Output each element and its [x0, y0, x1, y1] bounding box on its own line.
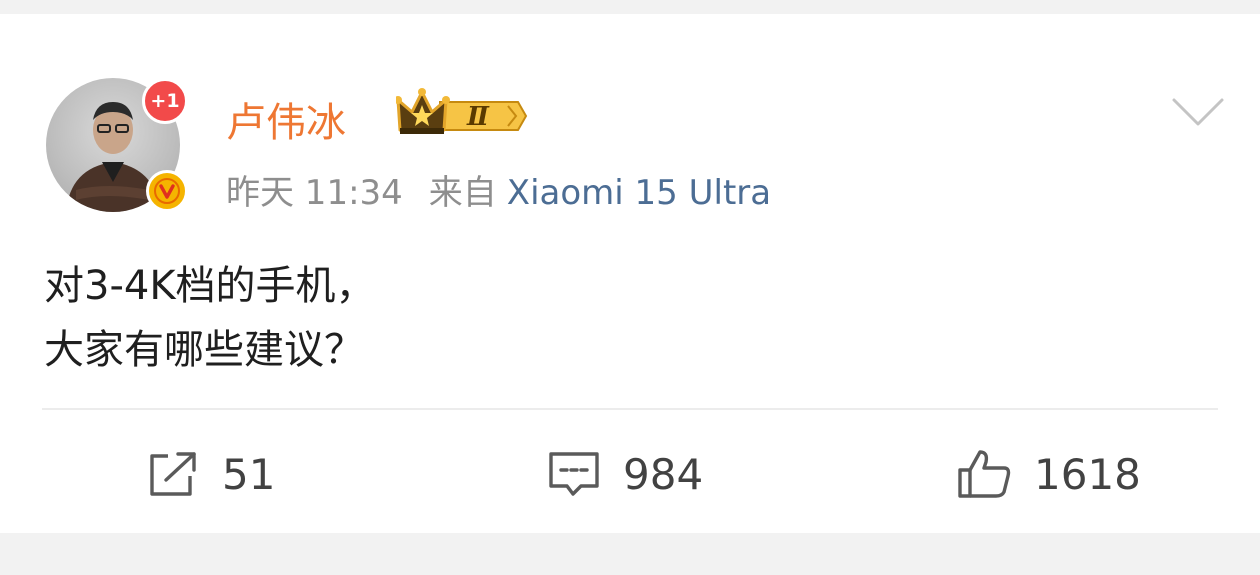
- avatar-container[interactable]: +1: [46, 78, 188, 218]
- weibo-post-card: +1 卢伟冰 Ⅱ 昨天 11:34 来自 Xiaomi 15 Ultra 对3-4K…: [0, 14, 1260, 533]
- comment-button[interactable]: 984: [547, 444, 703, 504]
- source-label: 来自: [428, 173, 497, 213]
- thumbs-up-icon: [958, 450, 1011, 498]
- post-meta: 昨天 11:34 来自 Xiaomi 15 Ultra: [226, 165, 771, 214]
- like-count: 1618: [1034, 449, 1141, 499]
- post-content-line: 大家有哪些建议？: [44, 327, 364, 373]
- repost-count: 51: [222, 449, 276, 499]
- post-content[interactable]: 对3-4K档的手机， 大家有哪些建议？: [44, 254, 376, 382]
- author-name[interactable]: 卢伟冰: [226, 90, 346, 148]
- vip-level-text: Ⅱ: [466, 102, 490, 132]
- vip-level-badge[interactable]: Ⅱ: [394, 84, 528, 140]
- divider: [42, 408, 1218, 410]
- repost-button[interactable]: 51: [146, 444, 275, 504]
- comment-count: 984: [623, 449, 704, 499]
- repost-icon: [150, 452, 196, 496]
- verified-v-icon: [154, 178, 180, 204]
- source-device-link[interactable]: Xiaomi 15 Ultra: [507, 173, 771, 213]
- verified-badge: [146, 170, 188, 212]
- comment-icon: [549, 452, 599, 496]
- notification-badge: +1: [142, 78, 188, 124]
- crown-icon: Ⅱ: [394, 88, 528, 134]
- post-content-line: 对3-4K档的手机，: [44, 263, 376, 309]
- post-time: 昨天 11:34: [226, 173, 403, 213]
- chevron-down-icon[interactable]: [1170, 94, 1226, 130]
- like-button[interactable]: 1618: [956, 444, 1141, 504]
